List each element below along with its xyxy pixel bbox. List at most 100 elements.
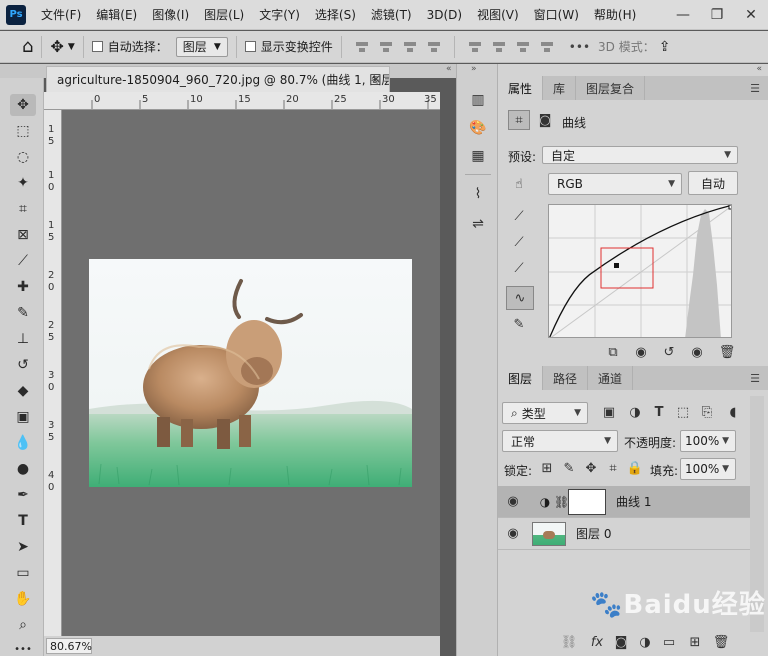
link-layers-icon[interactable]: ⛓ xyxy=(558,632,580,652)
menu-window[interactable]: 窗口(W) xyxy=(534,6,579,23)
collapse-icon[interactable]: « xyxy=(756,64,762,74)
marquee-tool-icon[interactable]: ⬚ xyxy=(10,120,36,142)
tab-layer-comps[interactable]: 图层复合 xyxy=(576,76,646,100)
type-tool-icon[interactable]: T xyxy=(10,510,36,532)
layer-row[interactable]: ◉ ◑ ⛓ 曲线 1 xyxy=(498,486,750,518)
home-icon[interactable]: ⌂ xyxy=(22,36,33,57)
reset-icon[interactable]: ↺ xyxy=(658,342,680,362)
collapse-icon[interactable]: » xyxy=(471,64,477,74)
align-vertical-icon[interactable] xyxy=(540,40,554,54)
mask-icon[interactable]: ◙ xyxy=(534,110,556,130)
lock-position-icon[interactable]: ✥ xyxy=(580,458,602,478)
black-point-eyedropper-icon[interactable]: ⟋ xyxy=(508,206,530,226)
menu-3d[interactable]: 3D(D) xyxy=(427,8,462,22)
lock-artboard-icon[interactable]: ⌗ xyxy=(602,458,624,478)
restore-button[interactable]: ❐ xyxy=(700,0,734,30)
pen-tool-icon[interactable]: ✒ xyxy=(10,484,36,506)
filter-type-icon[interactable]: T xyxy=(648,402,670,422)
filter-smart-object-icon[interactable]: ⎘ xyxy=(696,402,718,422)
move-tool-icon[interactable]: ✥ xyxy=(10,94,36,116)
brush-settings-icon[interactable]: ⌇ xyxy=(467,184,489,204)
layer-filter-dropdown[interactable]: ⌕ 类型 ▼ xyxy=(502,402,588,424)
eye-icon[interactable]: ◉ xyxy=(498,494,528,509)
hand-tool-icon[interactable]: ✋ xyxy=(10,588,36,610)
auto-select-checkbox[interactable] xyxy=(91,41,103,52)
align-distribute-icon[interactable] xyxy=(427,40,441,54)
gray-point-eyedropper-icon[interactable]: ⟋ xyxy=(508,232,530,252)
blur-tool-icon[interactable]: 💧 xyxy=(10,432,36,454)
menu-view[interactable]: 视图(V) xyxy=(477,6,519,23)
crop-tool-icon[interactable]: ⌗ xyxy=(10,198,36,220)
collapse-icon[interactable]: « xyxy=(446,64,452,74)
link-icon[interactable]: ⛓ xyxy=(554,495,569,509)
more-options-icon[interactable]: ••• xyxy=(569,40,590,54)
blend-mode-dropdown[interactable]: 正常 ▼ xyxy=(502,430,618,452)
delete-layer-icon[interactable]: 🗑 xyxy=(710,632,732,652)
opacity-input[interactable]: 100% ▼ xyxy=(680,430,736,452)
auto-select-dropdown[interactable]: 图层 ▼ xyxy=(175,36,228,57)
align-bottom-icon[interactable] xyxy=(516,40,530,54)
menu-type[interactable]: 文字(Y) xyxy=(259,6,300,23)
lasso-tool-icon[interactable]: ◌ xyxy=(10,146,36,168)
view-previous-icon[interactable]: ◉ xyxy=(630,342,652,362)
lock-transparent-icon[interactable]: ⊞ xyxy=(536,458,558,478)
channel-dropdown[interactable]: RGB ▼ xyxy=(548,173,682,195)
panel-menu-icon[interactable]: ☰ xyxy=(750,372,760,385)
menu-image[interactable]: 图像(I) xyxy=(152,6,189,23)
curves-graph[interactable] xyxy=(548,204,732,338)
new-group-icon[interactable]: ▭ xyxy=(658,632,680,652)
eye-icon[interactable]: ◉ xyxy=(498,526,528,541)
history-brush-tool-icon[interactable]: ↺ xyxy=(10,354,36,376)
align-right-icon[interactable] xyxy=(403,40,417,54)
white-point-eyedropper-icon[interactable]: ⟋ xyxy=(508,258,530,278)
swatches-icon[interactable]: ▦ xyxy=(467,146,489,166)
curve-edit-icon[interactable]: ∿ xyxy=(506,286,534,310)
show-transform-checkbox[interactable] xyxy=(244,41,256,52)
chevron-down-icon[interactable]: ▼ xyxy=(68,42,75,52)
gradient-tool-icon[interactable]: ▣ xyxy=(10,406,36,428)
brush-tool-icon[interactable]: ✎ xyxy=(10,302,36,324)
filter-shape-icon[interactable]: ⬚ xyxy=(672,402,694,422)
zoom-level[interactable]: 80.67% xyxy=(46,638,92,654)
zoom-tool-icon[interactable]: ⌕ xyxy=(10,614,36,636)
fx-icon[interactable]: fx xyxy=(586,632,608,652)
align-center-icon[interactable] xyxy=(379,40,393,54)
menu-edit[interactable]: 编辑(E) xyxy=(96,6,137,23)
tab-layers[interactable]: 图层 xyxy=(498,366,544,390)
path-selection-tool-icon[interactable]: ➤ xyxy=(10,536,36,558)
filter-adjustment-icon[interactable]: ◑ xyxy=(624,402,646,422)
brush-presets-icon[interactable]: ⇌ xyxy=(467,214,489,234)
align-middle-icon[interactable] xyxy=(492,40,506,54)
filter-toggle-icon[interactable]: ◖ xyxy=(722,402,744,422)
auto-button[interactable]: 自动 xyxy=(688,171,738,195)
curves-adjustment-icon[interactable]: ⌗ xyxy=(508,110,530,130)
tab-paths[interactable]: 路径 xyxy=(543,366,589,390)
pencil-icon[interactable]: ✎ xyxy=(508,314,530,334)
align-top-icon[interactable] xyxy=(468,40,482,54)
document-tab[interactable]: agriculture-1850904_960_720.jpg @ 80.7% … xyxy=(46,66,390,92)
healing-brush-tool-icon[interactable]: ✚ xyxy=(10,276,36,298)
close-button[interactable]: ✕ xyxy=(734,0,768,30)
new-layer-icon[interactable]: ⊞ xyxy=(684,632,706,652)
add-mask-icon[interactable]: ◙ xyxy=(610,632,632,652)
menu-file[interactable]: 文件(F) xyxy=(41,6,81,23)
fill-input[interactable]: 100% ▼ xyxy=(680,458,736,480)
lock-all-icon[interactable]: 🔒 xyxy=(624,458,646,478)
stamp-tool-icon[interactable]: ⊥ xyxy=(10,328,36,350)
document-image[interactable] xyxy=(89,259,412,487)
dodge-tool-icon[interactable]: ● xyxy=(10,458,36,480)
align-left-icon[interactable] xyxy=(355,40,369,54)
history-icon[interactable]: ▥ xyxy=(467,90,489,110)
filter-pixel-icon[interactable]: ▣ xyxy=(598,402,620,422)
frame-tool-icon[interactable]: ⊠ xyxy=(10,224,36,246)
visibility-icon[interactable]: ◉ xyxy=(686,342,708,362)
layer-row[interactable]: ◉ 图层 0 xyxy=(498,518,750,550)
eyedropper-tool-icon[interactable]: ⟋ xyxy=(10,250,36,272)
shape-tool-icon[interactable]: ▭ xyxy=(10,562,36,584)
menu-layer[interactable]: 图层(L) xyxy=(204,6,244,23)
tab-channels[interactable]: 通道 xyxy=(588,366,634,390)
delete-icon[interactable]: 🗑 xyxy=(716,342,738,362)
move-tool-icon[interactable]: ✥ xyxy=(50,37,63,56)
panel-menu-icon[interactable]: ☰ xyxy=(750,82,760,95)
new-adjustment-icon[interactable]: ◑ xyxy=(634,632,656,652)
